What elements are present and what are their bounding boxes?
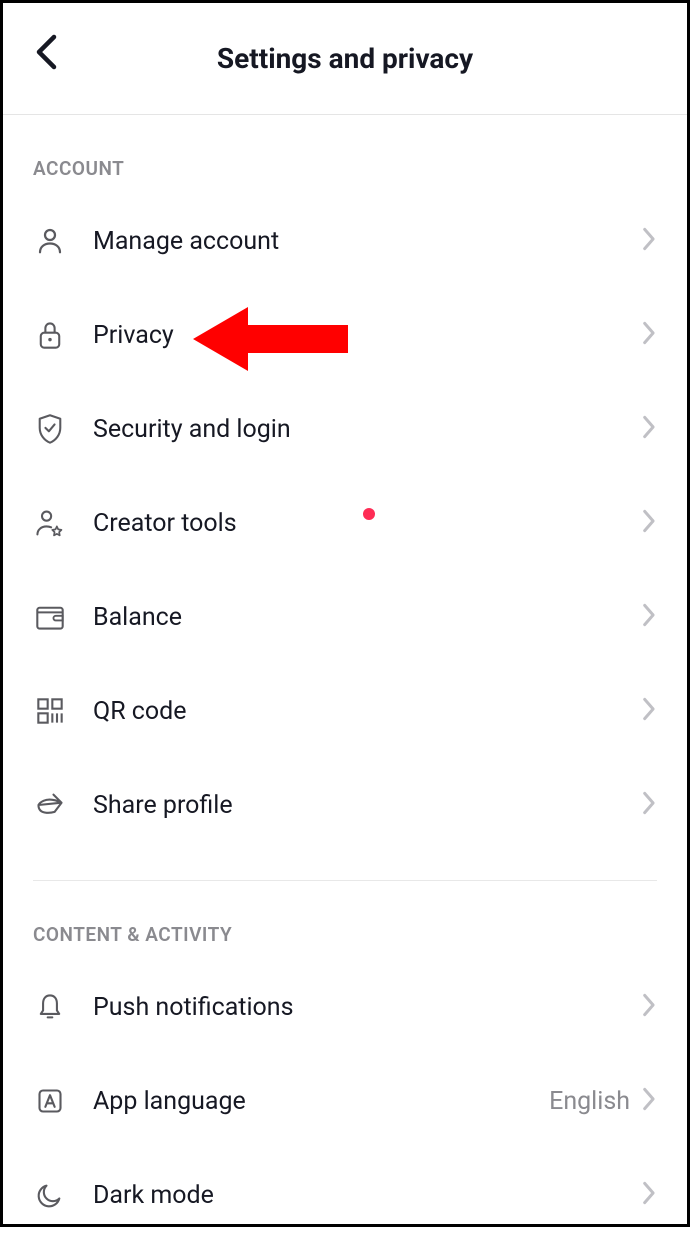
wallet-icon [33,600,67,634]
person-star-icon [33,506,67,540]
chevron-right-icon [642,321,657,349]
chevron-right-icon [642,603,657,631]
list-item-share-profile[interactable]: Share profile [3,758,687,852]
list-label: App language [93,1087,549,1116]
list-label: QR code [93,697,642,726]
moon-icon [33,1178,67,1212]
page-title: Settings and privacy [217,42,473,75]
chevron-right-icon [642,697,657,725]
list-value: English [549,1087,630,1116]
lock-icon [33,318,67,352]
list-item-app-language[interactable]: App language English [3,1054,687,1148]
bell-icon [33,990,67,1024]
chevron-right-icon [642,993,657,1021]
list-item-push-notifications[interactable]: Push notifications [3,960,687,1054]
header: Settings and privacy [3,3,687,115]
list-item-creator-tools[interactable]: Creator tools [3,476,687,570]
back-button[interactable] [33,33,59,75]
chevron-right-icon [642,791,657,819]
shield-icon [33,412,67,446]
share-icon [33,788,67,822]
list-item-privacy[interactable]: Privacy [3,288,687,382]
list-label: Balance [93,603,642,632]
list-label: Manage account [93,227,642,256]
content: ACCOUNT Manage account Privacy [3,115,687,1242]
chevron-left-icon [33,33,59,71]
person-icon [33,224,67,258]
qr-code-icon [33,694,67,728]
list-label: Push notifications [93,993,642,1022]
list-item-balance[interactable]: Balance [3,570,687,664]
list-label: Security and login [93,415,642,444]
chevron-right-icon [642,509,657,537]
list-item-security[interactable]: Security and login [3,382,687,476]
list-item-qr-code[interactable]: QR code [3,664,687,758]
list-label: Dark mode [93,1181,642,1210]
list-label: Creator tools [93,509,361,538]
list-item-manage-account[interactable]: Manage account [3,194,687,288]
chevron-right-icon [642,227,657,255]
chevron-right-icon [642,415,657,443]
section-header-content-activity: CONTENT & ACTIVITY [3,881,687,960]
section-header-account: ACCOUNT [3,115,687,194]
list-label: Share profile [93,791,642,820]
language-icon [33,1084,67,1118]
list-label: Privacy [93,321,642,350]
list-item-dark-mode[interactable]: Dark mode [3,1148,687,1242]
notification-dot [363,508,375,520]
chevron-right-icon [642,1181,657,1209]
chevron-right-icon [642,1087,657,1115]
